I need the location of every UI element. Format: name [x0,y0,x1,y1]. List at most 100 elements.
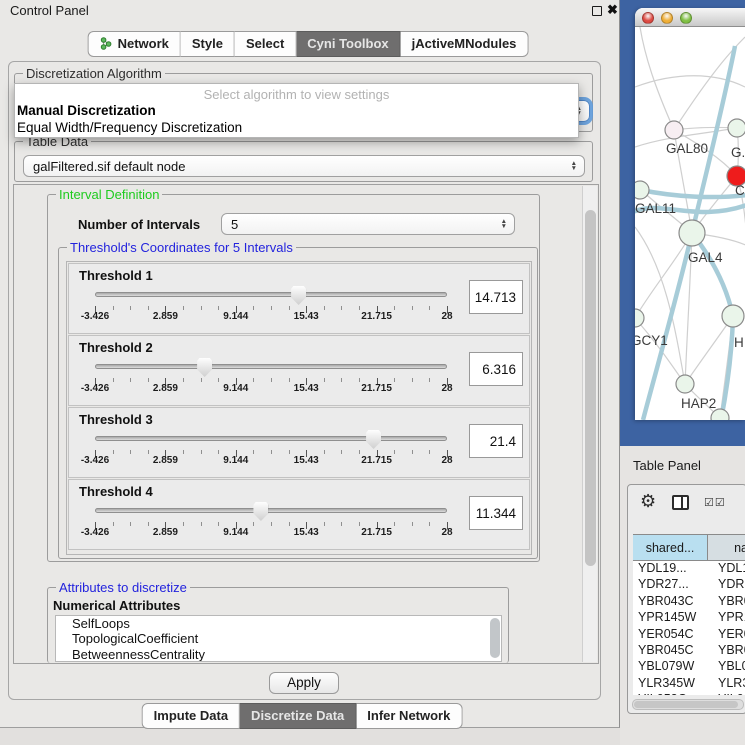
slider-tick [324,378,325,382]
table-row[interactable]: YDL19...YDL1 [633,561,745,577]
attribute-item[interactable]: SelfLoops [56,616,501,631]
threshold-row-1: Threshold 1-3.4262.8599.14415.4321.71528 [68,263,530,334]
threshold-slider[interactable] [95,286,447,310]
network-node-h[interactable] [722,305,744,327]
scale-label: 2.859 [153,455,178,466]
tab-label: Network [118,36,169,51]
threshold-rows-panel: Threshold 1-3.4262.8599.14415.4321.71528… [66,261,532,555]
apply-button[interactable]: Apply [269,672,339,694]
attributes-group: Attributes to discretize Numerical Attri… [47,587,509,663]
slider-tick [341,378,342,382]
mac-close-button[interactable] [642,12,654,24]
column-header-shared[interactable]: shared... [633,535,708,560]
thresholds-group-title: Threshold's Coordinates for 5 Intervals [67,240,296,255]
mac-zoom-button[interactable] [680,12,692,24]
tab-infer-network[interactable]: Infer Network [356,703,462,729]
network-node-hap2[interactable] [676,375,694,393]
tab-label: Discretize Data [251,708,344,723]
node-label: GAL80 [666,141,708,156]
slider-handle[interactable] [197,358,212,377]
scrollbar-thumb[interactable] [585,210,596,566]
slider-track[interactable] [95,292,447,297]
slider-tick [148,378,149,382]
network-node-gal4[interactable] [679,220,705,246]
scrollbar-thumb[interactable] [634,701,738,708]
attributes-group-title: Attributes to discretize [56,580,190,595]
main-vertical-scrollbar[interactable] [582,186,597,662]
slider-tick [183,522,184,526]
tab-impute-data[interactable]: Impute Data [142,703,240,729]
table-panel-title: Table Panel [633,458,701,473]
table-row[interactable]: YBR043CYBR0 [633,594,745,610]
network-canvas[interactable]: GAL80G.CGAL11GAL4GCY1HHAP2 [635,27,745,420]
slider-tick [324,522,325,526]
slider-tick [201,306,202,310]
interval-definition-group: Interval Definition Number of Intervals … [47,194,540,562]
dropdown-item-equal-width[interactable]: Equal Width/Frequency Discretization [17,120,242,135]
slider-scale-labels: -3.4262.8599.14415.4321.71528 [95,311,447,323]
table-row[interactable]: YBR045CYBR0 [633,643,745,659]
attribute-item[interactable]: BetweennessCentrality [56,647,501,662]
tab-discretize-data[interactable]: Discretize Data [240,703,356,729]
slider-scale-labels: -3.4262.8599.14415.4321.71528 [95,455,447,467]
threshold-value-field[interactable] [469,352,523,386]
network-node-gcy1[interactable] [635,309,644,327]
scale-label: 2.859 [153,383,178,394]
tab-cyni-toolbox[interactable]: Cyni Toolbox [296,31,400,57]
table-row[interactable]: YDR27...YDR2 [633,577,745,593]
tab-network[interactable]: Network [88,31,181,57]
table-row[interactable]: YIL052CYIL0 [633,692,745,695]
slider-tick [412,306,413,310]
table-horizontal-scrollbar[interactable] [632,699,744,710]
tab-label: Cyni Toolbox [307,36,388,51]
slider-handle[interactable] [291,286,306,305]
column-header-name[interactable]: na [708,535,745,560]
slider-tick [253,306,254,310]
threshold-slider[interactable] [95,430,447,454]
table-row[interactable]: YBL079WYBL0 [633,659,745,675]
threshold-slider[interactable] [95,358,447,382]
threshold-slider[interactable] [95,502,447,526]
table-data-combobox[interactable]: galFiltered.sif default node ▲▼ [23,155,585,177]
threshold-value-field[interactable] [469,280,523,314]
network-edge [721,316,733,420]
split-columns-icon[interactable] [672,495,689,510]
slider-handle[interactable] [366,430,381,449]
slider-track[interactable] [95,508,447,513]
network-node-gal80[interactable] [665,121,683,139]
scale-label: 21.715 [361,383,392,394]
slider-tick [289,306,290,310]
network-node-gal11[interactable] [635,181,649,199]
number-of-intervals-combobox[interactable]: 5 ▲▼ [221,213,515,235]
slider-tick [429,306,430,310]
network-node-g[interactable] [728,119,745,137]
table-row[interactable]: YPR145WYPR1 [633,610,745,626]
slider-track[interactable] [95,436,447,441]
scale-label: 2.859 [153,527,178,538]
checkbox-columns-icon[interactable]: ☑☑ [704,496,726,509]
slider-tick [183,450,184,454]
threshold-value-field[interactable] [469,424,523,458]
mac-minimize-button[interactable] [661,12,673,24]
tab-style[interactable]: Style [181,31,235,57]
tab-label: jActiveMNodules [412,36,517,51]
list-scrollbar-thumb[interactable] [490,618,500,658]
attribute-item[interactable]: TopologicalCoefficient [56,631,501,646]
threshold-value-field[interactable] [469,496,523,530]
float-window-icon[interactable] [592,6,602,16]
cell-name: YLR3 [711,676,745,692]
tab-jactivemnodules[interactable]: jActiveMNodules [401,31,529,57]
network-window-titlebar[interactable] [635,8,745,27]
top-tab-bar: Network StyleSelect Cyni Toolbox jActiveMNo… [88,31,529,57]
tab-select[interactable]: Select [235,31,296,57]
slider-handle[interactable] [253,502,268,521]
gear-icon[interactable]: ⚙ [640,491,656,512]
slider-track[interactable] [95,364,447,369]
table-row[interactable]: YER054CYER0 [633,627,745,643]
scale-label: 9.144 [223,383,248,394]
dropdown-item-manual[interactable]: Manual Discretization [17,103,156,118]
scale-label: 28 [441,383,452,394]
numerical-attributes-list[interactable]: SelfLoopsTopologicalCoefficientBetweenne… [55,615,502,662]
table-row[interactable]: YLR345WYLR3 [633,676,745,692]
close-icon[interactable]: ✖ [607,2,618,18]
